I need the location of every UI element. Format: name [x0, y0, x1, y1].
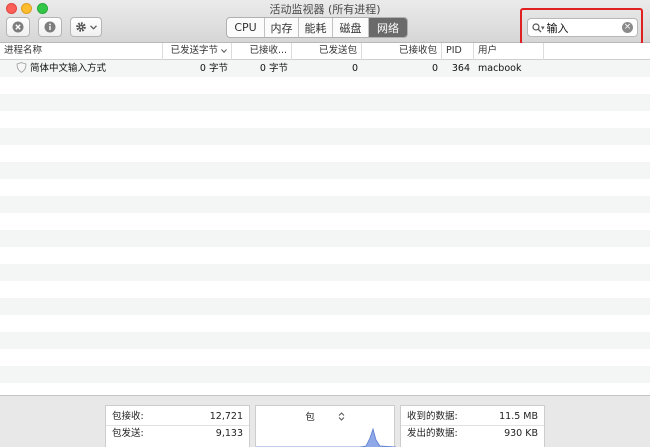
network-activity-graph [256, 427, 396, 447]
stats-footer: 包接收: 12,721 包发送: 9,133 包 收到的数据: 11.5 MB … [0, 395, 650, 447]
tab-cpu[interactable]: CPU [227, 18, 265, 37]
shield-icon [16, 62, 27, 73]
data-sent-row: 发出的数据: 930 KB [401, 425, 544, 441]
bytes-sent-cell: 0 字节 [199, 63, 228, 74]
graph-mode-selector[interactable]: 包 [256, 409, 394, 423]
packets-sent-label: 包发送: [112, 428, 144, 439]
gear-menu-button[interactable] [70, 17, 102, 37]
column-packets-received[interactable]: 已接收包 [362, 43, 442, 60]
tab-energy[interactable]: 能耗 [299, 18, 333, 37]
packets-received-value: 12,721 [209, 411, 243, 422]
search-options-chevron-icon[interactable]: ▾ [541, 24, 545, 32]
process-table: 进程名称 已发送字节 已接收... 已发送包 已接收包 PID 用户 简体中文输… [0, 43, 650, 395]
process-name-cell: 简体中文输入方式 [0, 60, 163, 77]
user-cell: macbook [478, 63, 522, 74]
pid-cell: 364 [451, 63, 470, 74]
data-received-row: 收到的数据: 11.5 MB [401, 409, 544, 425]
data-sent-value: 930 KB [504, 428, 538, 439]
table-header: 进程名称 已发送字节 已接收... 已发送包 已接收包 PID 用户 [0, 43, 650, 60]
search-input[interactable]: 输入 [547, 20, 622, 36]
column-bytes-sent-label: 已发送字节 [170, 45, 218, 56]
process-name: 简体中文输入方式 [30, 63, 107, 74]
packets-received-label: 包接收: [112, 411, 144, 422]
info-icon [44, 21, 56, 33]
packets-sent-cell: 0 [351, 63, 358, 74]
packets-received-cell: 0 [431, 63, 438, 74]
packets-sent-value: 9,133 [215, 428, 243, 439]
column-bytes-sent[interactable]: 已发送字节 [163, 43, 232, 60]
column-bytes-received[interactable]: 已接收... [232, 43, 292, 60]
data-stats-box: 收到的数据: 11.5 MB 发出的数据: 930 KB [400, 405, 545, 447]
packets-sent-row: 包发送: 9,133 [106, 425, 249, 441]
tab-disk[interactable]: 磁盘 [333, 18, 369, 37]
stop-process-icon [12, 21, 24, 33]
column-pid[interactable]: PID [442, 43, 474, 60]
graph-mode-label: 包 [305, 412, 315, 423]
tab-network[interactable]: 网络 [369, 18, 407, 37]
table-row[interactable]: 简体中文输入方式 0 字节 0 字节 0 0 364 macbook [0, 60, 650, 77]
bytes-received-cell: 0 字节 [259, 63, 288, 74]
clear-search-icon[interactable]: × [622, 22, 633, 33]
window-toolbar: 活动监视器 (所有进程) CPU 内存 能耗 磁盘 网络 ▾ 输入 × [0, 0, 650, 45]
chevron-down-icon [90, 24, 97, 30]
data-received-value: 11.5 MB [499, 411, 538, 422]
column-packets-sent[interactable]: 已发送包 [292, 43, 362, 60]
packets-stats-box: 包接收: 12,721 包发送: 9,133 [105, 405, 250, 447]
sort-descending-icon [221, 49, 227, 54]
gear-icon [76, 22, 86, 32]
inspect-process-button[interactable] [38, 17, 62, 37]
updown-chevron-icon [338, 412, 345, 421]
stop-process-button[interactable] [6, 17, 30, 37]
tab-bar: CPU 内存 能耗 磁盘 网络 [226, 17, 408, 38]
data-received-label: 收到的数据: [407, 411, 458, 422]
packets-received-row: 包接收: 12,721 [106, 409, 249, 425]
data-sent-label: 发出的数据: [407, 428, 458, 439]
column-process-name[interactable]: 进程名称 [0, 43, 163, 60]
network-graph-box: 包 [255, 405, 396, 447]
search-field[interactable]: ▾ 输入 × [527, 18, 638, 37]
column-user[interactable]: 用户 [474, 43, 544, 60]
tab-memory[interactable]: 内存 [265, 18, 299, 37]
